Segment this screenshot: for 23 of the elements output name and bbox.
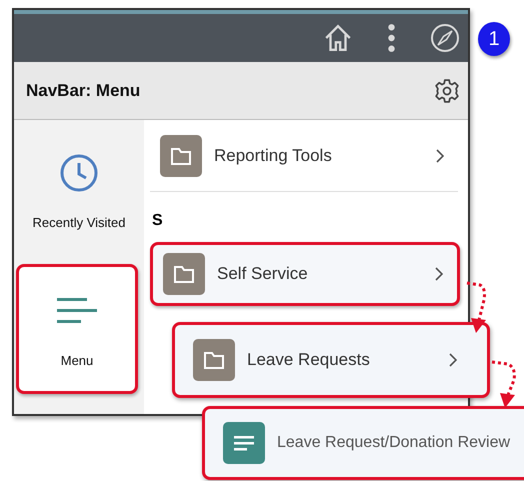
compass-icon[interactable] xyxy=(430,23,460,53)
chevron-icon xyxy=(436,148,444,162)
chevron-icon xyxy=(435,267,443,281)
section-heading: S xyxy=(151,211,164,231)
callout-arrow xyxy=(492,360,516,408)
chevron-icon xyxy=(449,353,457,367)
folder-icon xyxy=(193,339,235,381)
home-icon[interactable] xyxy=(323,23,353,53)
page-icon xyxy=(223,422,265,464)
folder-icon xyxy=(160,134,202,176)
settings-icon[interactable] xyxy=(434,78,460,104)
more-icon[interactable] xyxy=(387,23,396,53)
clock-icon xyxy=(59,152,99,192)
folder-row[interactable]: Self Service xyxy=(150,242,460,306)
sidebar-item[interactable]: Menu xyxy=(16,264,138,394)
callout-badge: 1 xyxy=(478,22,510,56)
folder-icon xyxy=(163,253,205,295)
panel-title: NavBar: Menu xyxy=(26,80,140,100)
flyout-item[interactable]: Leave Requests xyxy=(172,322,490,398)
folder-row[interactable]: Reporting Tools xyxy=(150,120,458,192)
flyout-item[interactable]: Leave Request/Donation Review xyxy=(202,406,524,480)
sidebar-item[interactable]: Recently Visited xyxy=(14,120,144,262)
callout-arrow xyxy=(466,282,486,333)
